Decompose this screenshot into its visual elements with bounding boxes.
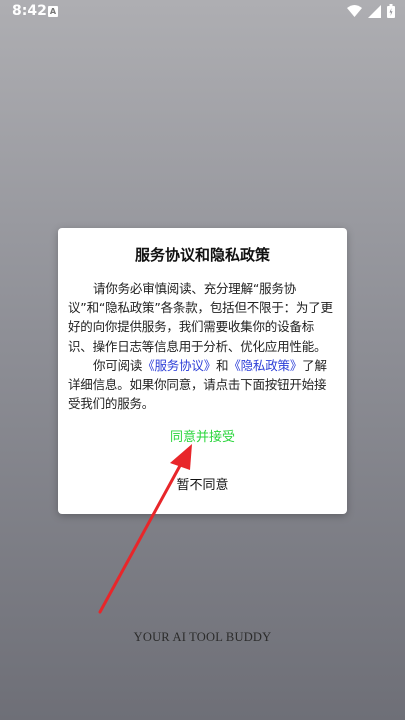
- terms-paragraph: 请你务必审慎阅读、充分理解“服务协议”和“隐私政策”各条款，包括但不限于：为了更…: [68, 281, 333, 354]
- disagree-button[interactable]: 暂不同意: [58, 474, 347, 493]
- battery-icon: [387, 4, 395, 18]
- privacy-policy-link[interactable]: 《隐私政策》: [228, 358, 302, 373]
- para2-and: 和: [216, 357, 229, 373]
- notification-icon: A: [48, 6, 58, 17]
- agree-button[interactable]: 同意并接受: [58, 426, 347, 445]
- status-time: 8:42: [12, 3, 47, 19]
- para2-prefix: 你可阅读: [93, 357, 143, 373]
- links-paragraph: 你可阅读《服务协议》和《隐私政策》了解详细信息。如果你同意，请点击下面按钮开始接…: [68, 356, 338, 414]
- app-tagline: YOUR AI TOOL BUDDY: [133, 630, 272, 644]
- signal-icon: [368, 4, 381, 18]
- wifi-icon: [347, 5, 362, 17]
- service-agreement-link[interactable]: 《服务协议》: [142, 358, 216, 373]
- agreement-dialog: 服务协议和隐私政策 请你务必审慎阅读、充分理解“服务协议”和“隐私政策”各条款，…: [58, 228, 347, 514]
- status-icons: [347, 4, 395, 18]
- status-bar: 8:42 A: [0, 0, 405, 24]
- dialog-title: 服务协议和隐私政策: [134, 246, 270, 264]
- dialog-body: 请你务必审慎阅读、充分理解“服务协议”和“隐私政策”各条款，包括但不限于：为了更…: [68, 279, 338, 413]
